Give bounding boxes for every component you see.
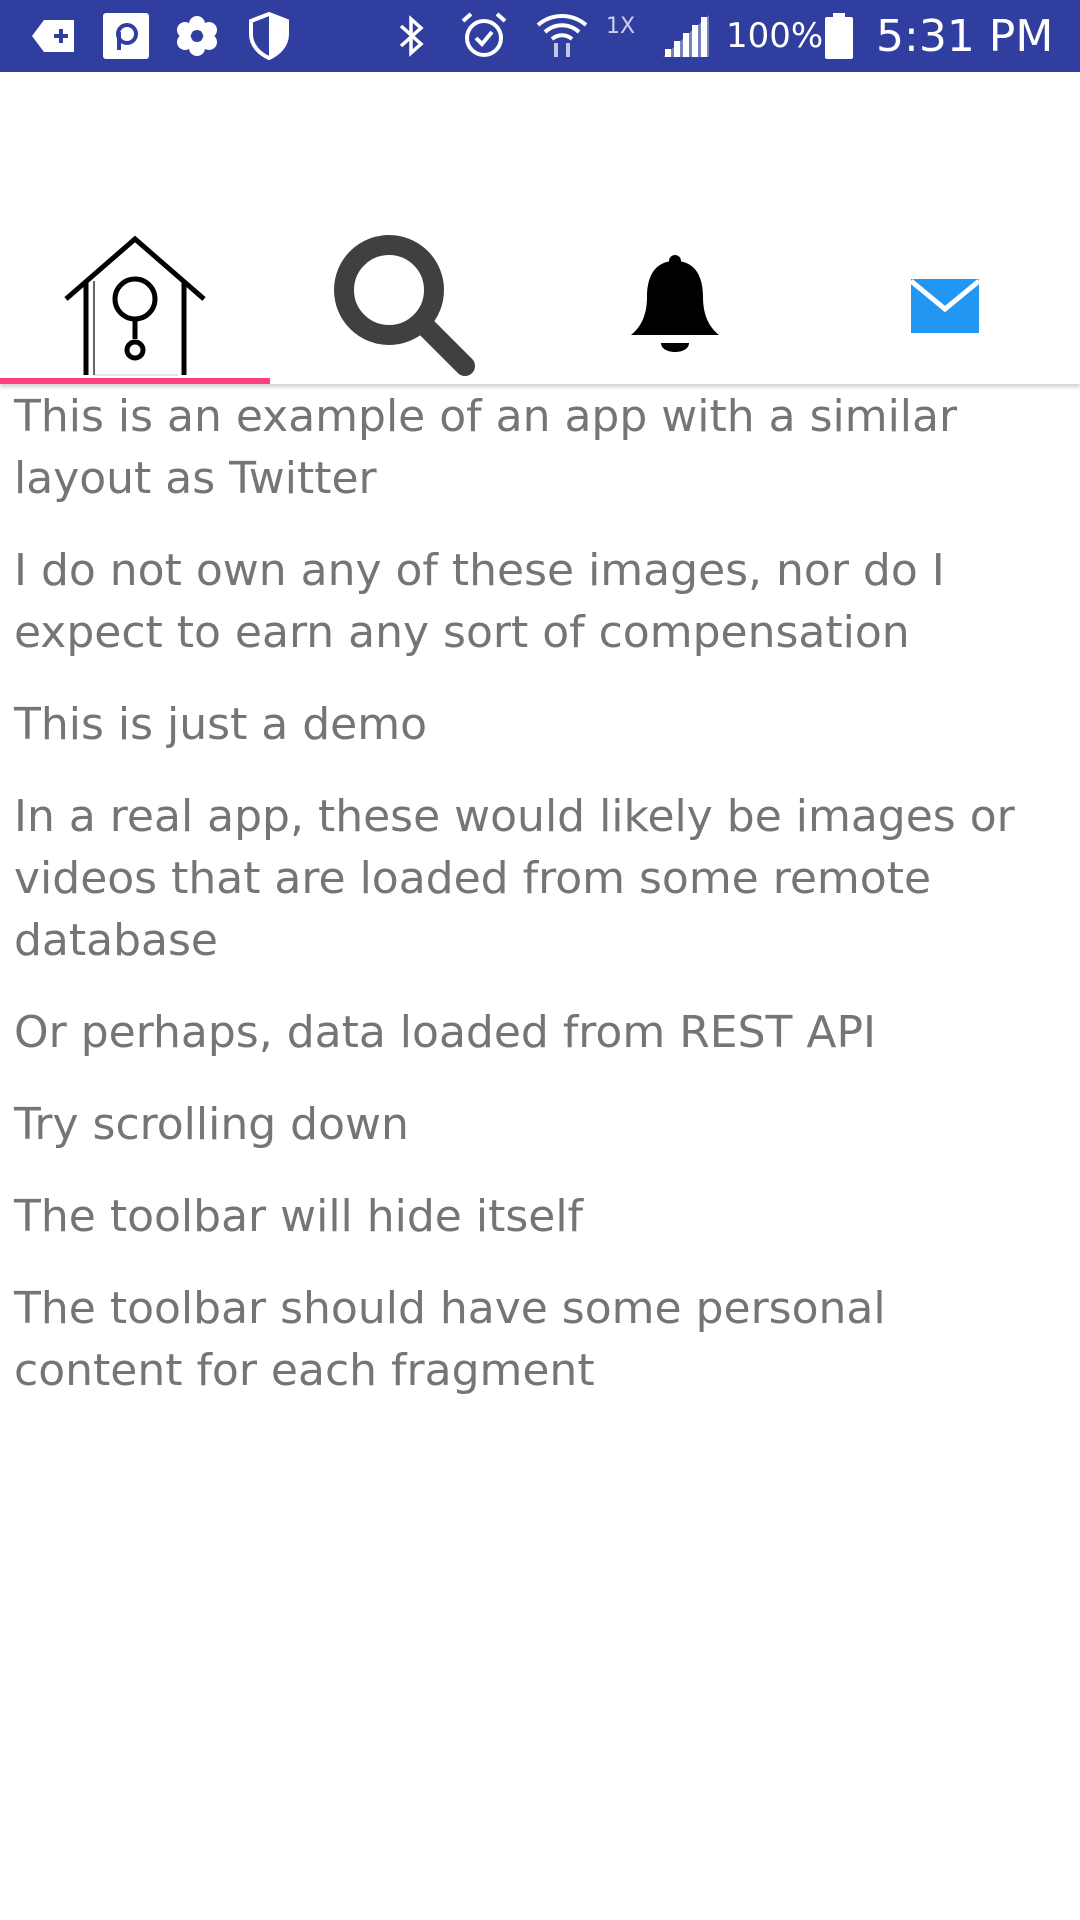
bluetooth-icon (392, 14, 432, 58)
network-type-label: 1X (606, 13, 636, 39)
content-list[interactable]: This is an example of an app with a simi… (0, 386, 1080, 1432)
list-item: Try scrolling down (14, 1099, 409, 1150)
bell-icon (625, 253, 725, 363)
battery-icon (822, 13, 856, 59)
toolbar (0, 72, 1080, 232)
alarm-icon (458, 12, 510, 58)
signal-icon (660, 14, 712, 58)
list-item: The toolbar will hide itself (14, 1191, 584, 1242)
flower-icon (172, 14, 222, 58)
add-box-icon (28, 14, 80, 58)
list-item: The toolbar should have some personal co… (14, 1283, 886, 1396)
shield-icon (246, 12, 292, 60)
list-item: In a real app, these would likely be ima… (14, 791, 1015, 966)
app-p-icon (102, 13, 150, 59)
clock-time: 5:31 PM (876, 10, 1054, 62)
tab-home[interactable] (0, 232, 270, 384)
battery-percent-label: 100% (726, 16, 824, 56)
selected-tab-indicator (0, 378, 270, 384)
tab-bar (0, 232, 1080, 384)
mail-icon (909, 277, 981, 339)
list-item: Or perhaps, data loaded from REST API (14, 1007, 876, 1058)
status-bar: 1X 100% 5:31 PM (0, 0, 1080, 72)
tab-notifications[interactable] (540, 232, 810, 384)
list-item: This is an example of an app with a simi… (14, 391, 958, 504)
tab-search[interactable] (270, 232, 540, 384)
wifi-icon (534, 14, 590, 58)
birdhouse-icon (62, 235, 208, 381)
tab-messages[interactable] (810, 232, 1080, 384)
list-item: I do not own any of these images, nor do… (14, 545, 945, 658)
list-item: This is just a demo (14, 699, 428, 750)
search-icon (331, 232, 479, 384)
